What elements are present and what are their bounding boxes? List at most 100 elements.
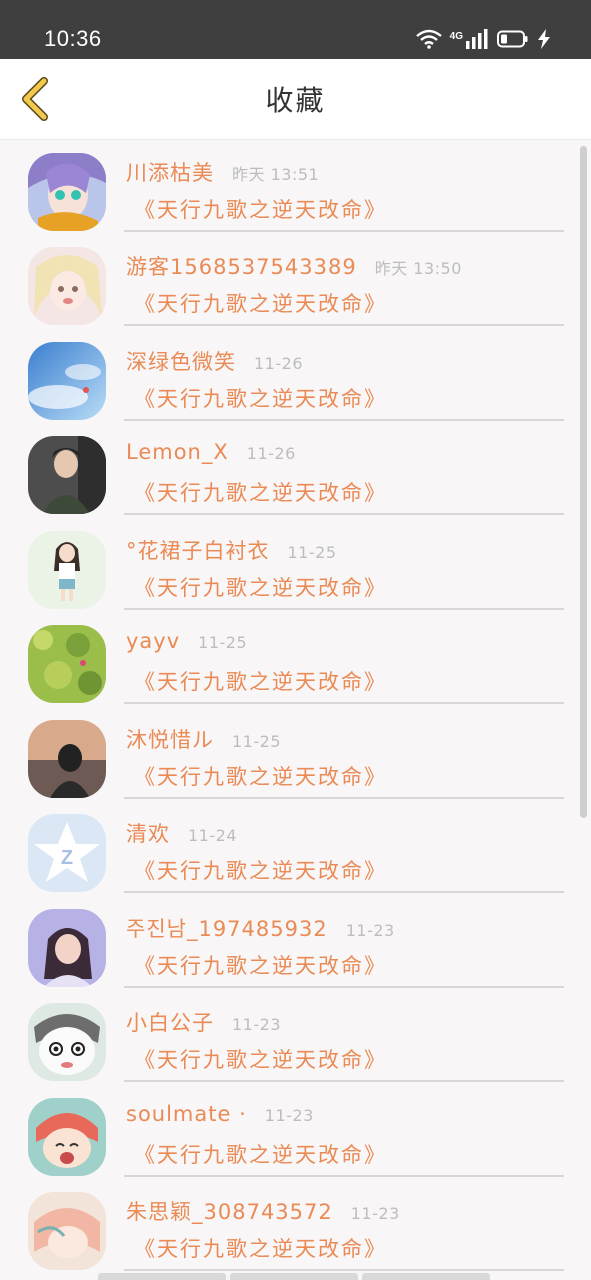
list-item[interactable]: 小白公子 11-23 《天行九歌之逆天改命》 (0, 995, 575, 1089)
list-item[interactable]: 朱思颖_308743572 11-23 《天行九歌之逆天改命》 (0, 1184, 575, 1278)
username: 清欢 (126, 822, 170, 846)
username: 深绿色微笑 (126, 350, 236, 374)
item-title-line: 川添枯美 昨天 13:51 (126, 157, 319, 187)
username: 川添枯美 (126, 161, 214, 185)
avatar[interactable]: Z (28, 814, 106, 892)
timestamp: 11-26 (246, 444, 296, 463)
row-divider (124, 230, 564, 232)
row-divider (124, 324, 564, 326)
book-title[interactable]: 《天行九歌之逆天改命》 (134, 855, 387, 885)
book-title[interactable]: 《天行九歌之逆天改命》 (134, 1044, 387, 1074)
item-title-line: 朱思颖_308743572 11-23 (126, 1196, 400, 1226)
username: yayv (126, 629, 181, 653)
wifi-icon (415, 29, 442, 53)
signal-icon (465, 29, 489, 53)
username: 朱思颖_308743572 (126, 1200, 333, 1224)
status-time: 10:36 (44, 26, 102, 51)
status-bar: 10:36 4G (0, 0, 591, 59)
list-item[interactable]: 沐悦惜ル 11-25 《天行九歌之逆天改命》 (0, 712, 575, 806)
username: 주진남_197485932 (126, 917, 328, 941)
book-title[interactable]: 《天行九歌之逆天改命》 (134, 950, 387, 980)
item-title-line: 小白公子 11-23 (126, 1007, 281, 1037)
avatar[interactable] (28, 436, 106, 514)
list-item[interactable]: Z 清欢 11-24 《天行九歌之逆天改命》 (0, 806, 575, 900)
item-title-line: soulmate · 11-23 (126, 1102, 314, 1126)
avatar[interactable] (28, 153, 106, 231)
book-title[interactable]: 《天行九歌之逆天改命》 (134, 666, 387, 696)
item-title-line: 주진남_197485932 11-23 (126, 913, 395, 943)
list-item[interactable]: yayv 11-25 《天行九歌之逆天改命》 (0, 617, 575, 711)
list-item[interactable]: 주진남_197485932 11-23 《天行九歌之逆天改命》 (0, 901, 575, 995)
avatar[interactable] (28, 531, 106, 609)
bottom-indicator-segment (362, 1273, 490, 1280)
username: °花裙子白衬衣 (126, 539, 270, 563)
timestamp: 11-25 (287, 543, 337, 562)
avatar[interactable] (28, 1098, 106, 1176)
book-title[interactable]: 《天行九歌之逆天改命》 (134, 572, 387, 602)
list-item[interactable]: soulmate · 11-23 《天行九歌之逆天改命》 (0, 1090, 575, 1184)
list-item[interactable]: 深绿色微笑 11-26 《天行九歌之逆天改命》 (0, 334, 575, 428)
row-divider (124, 702, 564, 704)
avatar[interactable] (28, 1003, 106, 1081)
bottom-scroll-indicator (98, 1273, 490, 1280)
timestamp: 昨天 13:50 (374, 259, 462, 278)
book-title[interactable]: 《天行九歌之逆天改命》 (134, 194, 387, 224)
timestamp: 昨天 13:51 (232, 165, 320, 184)
item-title-line: yayv 11-25 (126, 629, 247, 653)
book-title[interactable]: 《天行九歌之逆天改命》 (134, 383, 387, 413)
username: 沐悦惜ル (126, 728, 214, 752)
avatar[interactable] (28, 1192, 106, 1270)
item-title-line: 沐悦惜ル 11-25 (126, 724, 281, 754)
row-divider (124, 1080, 564, 1082)
timestamp: 11-26 (254, 354, 303, 373)
timestamp: 11-24 (188, 826, 237, 845)
svg-text:Z: Z (61, 847, 73, 869)
row-divider (124, 1175, 564, 1177)
avatar[interactable] (28, 247, 106, 325)
row-divider (124, 513, 564, 515)
app-header: 收藏 (0, 59, 591, 140)
timestamp: 11-25 (232, 732, 281, 751)
item-title-line: °花裙子白衬衣 11-25 (126, 535, 337, 565)
item-title-line: 深绿色微笑 11-26 (126, 346, 303, 376)
bottom-indicator-segment (98, 1273, 226, 1280)
item-title-line: Lemon_X 11-26 (126, 440, 296, 464)
book-title[interactable]: 《天行九歌之逆天改命》 (134, 288, 387, 318)
book-title[interactable]: 《天行九歌之逆天改命》 (134, 1139, 387, 1169)
timestamp: 11-23 (232, 1015, 281, 1034)
book-title[interactable]: 《天行九歌之逆天改命》 (134, 477, 387, 507)
row-divider (124, 986, 564, 988)
username: 小白公子 (126, 1011, 214, 1035)
status-icons: 4G (415, 28, 551, 54)
book-title[interactable]: 《天行九歌之逆天改命》 (134, 761, 387, 791)
timestamp: 11-23 (345, 921, 395, 940)
list-item[interactable]: 川添枯美 昨天 13:51 《天行九歌之逆天改命》 (0, 145, 575, 239)
list-item[interactable]: Lemon_X 11-26 《天行九歌之逆天改命》 (0, 428, 575, 522)
page-title: 收藏 (265, 84, 326, 117)
avatar[interactable] (28, 342, 106, 420)
avatar[interactable] (28, 909, 106, 987)
username: Lemon_X (126, 440, 229, 464)
item-title-line: 清欢 11-24 (126, 818, 237, 848)
timestamp: 11-25 (198, 633, 248, 652)
avatar[interactable] (28, 720, 106, 798)
row-divider (124, 1269, 564, 1271)
row-divider (124, 797, 564, 799)
book-title[interactable]: 《天行九歌之逆天改命》 (134, 1233, 387, 1263)
scrollbar[interactable] (580, 146, 587, 818)
network-type: 4G (449, 30, 463, 42)
timestamp: 11-23 (264, 1106, 314, 1125)
list-item[interactable]: 游客1568537543389 昨天 13:50 《天行九歌之逆天改命》 (0, 239, 575, 333)
timestamp: 11-23 (350, 1204, 400, 1223)
username: 游客1568537543389 (126, 255, 357, 279)
row-divider (124, 608, 564, 610)
username: soulmate · (126, 1102, 247, 1126)
battery-icon (497, 30, 529, 52)
item-title-line: 游客1568537543389 昨天 13:50 (126, 251, 462, 281)
list-item[interactable]: °花裙子白衬衣 11-25 《天行九歌之逆天改命》 (0, 523, 575, 617)
row-divider (124, 891, 564, 893)
charging-icon (537, 29, 551, 53)
favorites-list: 川添枯美 昨天 13:51 《天行九歌之逆天改命》 游客1568537543389… (0, 140, 591, 1280)
bottom-indicator-segment (230, 1273, 358, 1280)
avatar[interactable] (28, 625, 106, 703)
